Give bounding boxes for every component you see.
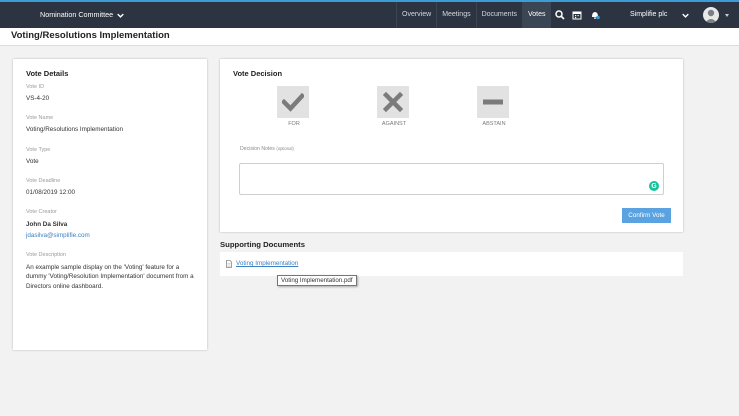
page-header: Voting/Resolutions Implementation [0,28,739,46]
nav-documents[interactable]: Documents [475,2,522,28]
confirm-vote-button[interactable]: Confirm Vote [622,208,671,223]
vote-name-value: Voting/Resolutions Implementation [26,126,123,133]
vote-details-heading: Vote Details [26,69,69,78]
vote-abstain-button[interactable]: ABSTAIN [477,86,511,127]
organization-selector[interactable]: Simplifie plc [630,2,667,28]
vote-description-label: Vote Description [26,252,67,258]
vote-id-value: VS-4-20 [26,95,50,102]
decision-notes-label-text: Decision Notes [240,146,275,152]
vote-decision-card: Vote Decision FOR AGAINST ABSTAIN Decisi… [220,59,683,232]
vote-decision-heading: Vote Decision [233,69,283,78]
vote-abstain-box [477,86,509,118]
document-icon [226,260,232,268]
page-title: Voting/Resolutions Implementation [11,30,170,41]
grammarly-icon[interactable]: G [649,181,659,191]
notification-bell-icon[interactable] [590,10,600,20]
vote-details-card: Vote Details Vote ID VS-4-20 Vote Name V… [13,59,207,350]
supporting-documents-list: Voting Implementation [220,252,683,276]
vote-creator-email[interactable]: jdasilva@simplifie.com [26,232,90,239]
supporting-document-link[interactable]: Voting Implementation [236,260,298,267]
top-navbar: Nomination Committee Overview Meetings D… [0,0,739,28]
vote-for-box [277,86,309,118]
vote-deadline-value: 01/08/2019 12:00 [26,189,76,196]
user-silhouette-icon [705,9,717,23]
check-icon [282,92,304,112]
vote-for-button[interactable]: FOR [277,86,311,127]
vote-against-box [377,86,409,118]
chevron-down-icon[interactable] [682,12,689,19]
document-tooltip: Voting Implementation.pdf [277,275,357,286]
nav-votes[interactable]: Votes [522,2,551,28]
vote-abstain-label: ABSTAIN [482,121,506,127]
vote-creator-name: John Da Silva [26,221,68,228]
vote-for-label: FOR [288,121,300,127]
committee-name: Nomination Committee [40,10,114,19]
supporting-documents-heading: Supporting Documents [220,240,305,249]
minus-icon [483,99,503,105]
decision-notes-label: Decision Notes (optional) [240,146,294,152]
user-avatar[interactable] [703,7,719,23]
main-nav: Overview Meetings Documents Votes [396,2,551,28]
vote-name-label: Vote Name [26,115,54,121]
caret-down-icon[interactable] [725,14,729,17]
vote-against-label: AGAINST [381,121,407,127]
x-icon [383,92,403,112]
chevron-down-icon [117,13,124,18]
search-icon[interactable] [555,10,565,20]
decision-notes-input[interactable] [239,163,664,195]
vote-deadline-label: Vote Deadline [26,178,61,184]
nav-overview[interactable]: Overview [396,2,436,28]
nav-meetings[interactable]: Meetings [436,2,475,28]
committee-selector[interactable]: Nomination Committee [40,2,124,28]
vote-against-button[interactable]: AGAINST [377,86,411,127]
vote-type-value: Vote [26,158,39,165]
vote-creator-label: Vote Creator [26,209,57,215]
calendar-icon[interactable] [572,10,582,20]
vote-id-label: Vote ID [26,84,45,90]
vote-description-value: An example sample display on the 'Voting… [26,264,194,290]
vote-type-label: Vote Type [26,147,51,153]
decision-notes-optional: (optional) [276,146,294,151]
